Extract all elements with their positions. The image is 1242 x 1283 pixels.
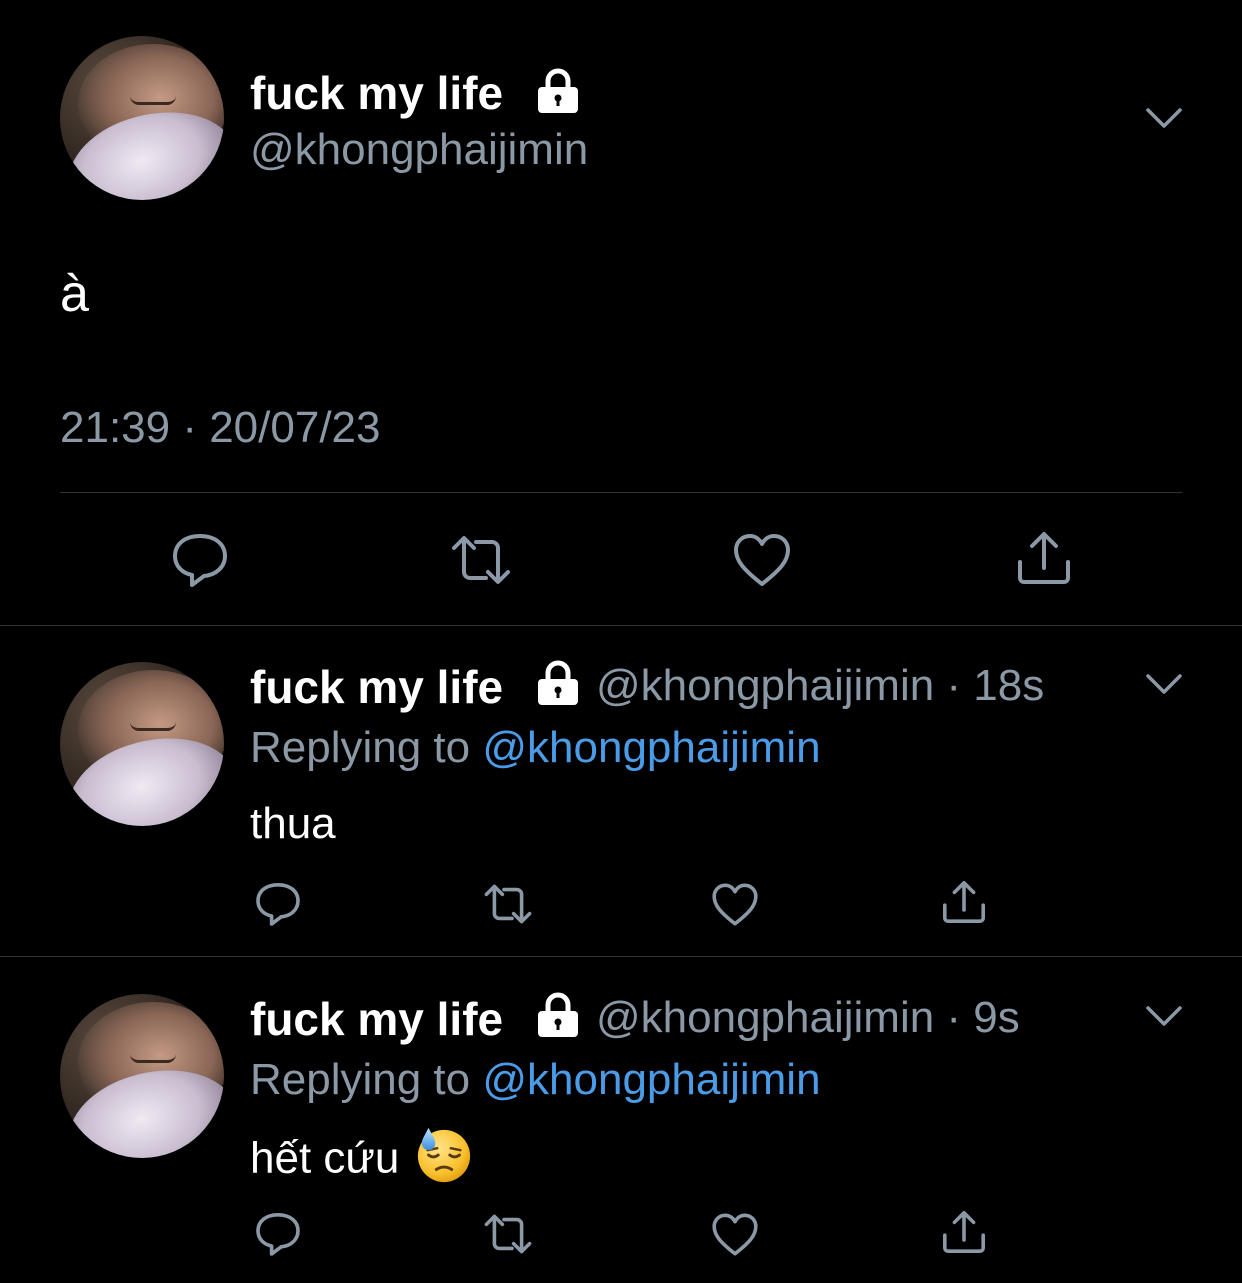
chevron-down-icon[interactable] (1144, 672, 1184, 696)
divider (0, 625, 1242, 626)
mention-link[interactable]: @khongphaijimin (482, 723, 820, 772)
divider (0, 956, 1242, 957)
tweet-text-line: hết cứu (250, 1127, 473, 1190)
divider (60, 492, 1182, 493)
avatar[interactable] (60, 662, 224, 826)
retweet-icon[interactable] (480, 1210, 536, 1258)
share-icon[interactable] (940, 878, 988, 926)
handle-and-time[interactable]: @khongphaijimin · 18s (596, 664, 1044, 708)
chevron-down-icon[interactable] (1144, 106, 1184, 130)
display-name[interactable]: fuck my life (250, 996, 503, 1042)
share-icon[interactable] (1014, 528, 1074, 588)
reply-icon[interactable] (254, 880, 302, 928)
replying-to-label: Replying to (250, 723, 483, 772)
retweet-icon[interactable] (446, 530, 516, 590)
display-name[interactable]: fuck my life (250, 664, 503, 710)
share-icon[interactable] (940, 1208, 988, 1256)
lock-icon (538, 68, 578, 113)
tweet-timestamp[interactable]: 21:39 · 20/07/23 (60, 406, 380, 450)
display-name[interactable]: fuck my life (250, 70, 503, 116)
lock-icon (538, 660, 578, 705)
retweet-icon[interactable] (480, 880, 536, 928)
tweet-text: hết cứu (250, 1133, 400, 1183)
avatar[interactable] (60, 994, 224, 1158)
mention-link[interactable]: @khongphaijimin (482, 1055, 820, 1104)
downcast-face-with-sweat-icon (418, 1127, 471, 1183)
reply-icon[interactable] (170, 530, 230, 590)
chevron-down-icon[interactable] (1144, 1004, 1184, 1028)
handle[interactable]: @khongphaijimin (250, 128, 588, 172)
replying-to: Replying to @khongphaijimin (250, 726, 821, 770)
lock-icon (538, 992, 578, 1037)
handle-and-time[interactable]: @khongphaijimin · 9s (596, 996, 1020, 1040)
like-icon[interactable] (711, 882, 759, 927)
replying-to-label: Replying to (250, 1055, 483, 1104)
reply-icon[interactable] (254, 1210, 302, 1258)
avatar[interactable] (60, 36, 224, 200)
like-icon[interactable] (711, 1212, 759, 1257)
tweet-text: thua (250, 799, 336, 848)
replying-to: Replying to @khongphaijimin (250, 1058, 821, 1102)
like-icon[interactable] (732, 532, 792, 588)
tweet-text: à (60, 265, 89, 323)
